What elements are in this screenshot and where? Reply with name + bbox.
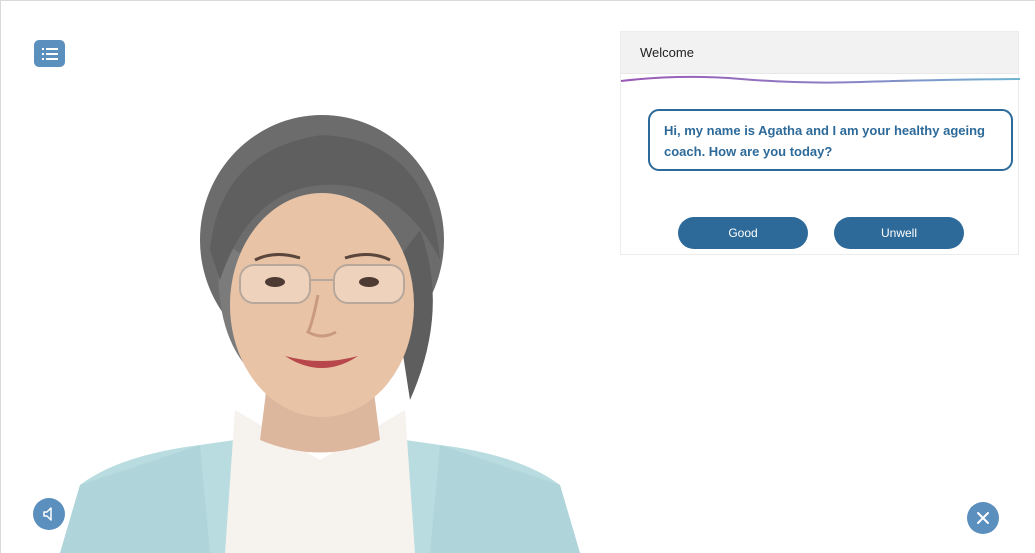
good-button[interactable]: Good [678,217,808,249]
unwell-button[interactable]: Unwell [834,217,964,249]
frame-top-border [0,0,1035,1]
avatar-face [230,193,414,417]
close-button[interactable] [967,502,999,534]
chat-panel: Welcome Hi, my name is Agatha and I am y… [620,31,1020,255]
frame-left-border [0,0,1,553]
coach-avatar [60,115,580,553]
wave-divider [621,75,1020,84]
coach-message-bubble: Hi, my name is Agatha and I am your heal… [648,109,1013,171]
sound-button[interactable] [33,498,65,530]
speaker-icon [43,507,52,521]
menu-button[interactable] [34,40,65,67]
list-menu-icon [41,47,58,60]
close-icon [977,512,989,524]
chat-panel-title: Welcome [621,32,1018,74]
